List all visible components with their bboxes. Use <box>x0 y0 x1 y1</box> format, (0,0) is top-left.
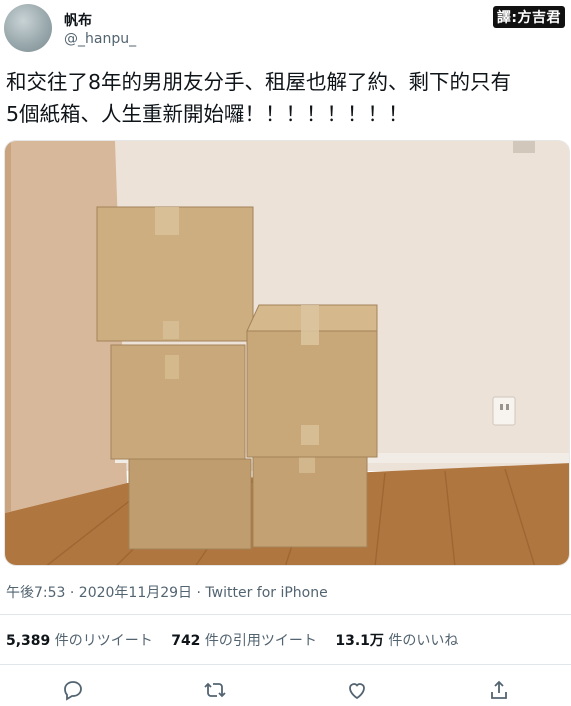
author-name[interactable]: 帆布 <box>64 10 92 30</box>
tweet-text: 和交往了8年的男朋友分手、租屋也解了約、剩下的只有 5個紙箱、人生重新開始囉！！… <box>6 66 566 130</box>
like-icon[interactable] <box>345 678 369 702</box>
retweet-label: 件のリツイート <box>54 633 153 649</box>
tweet-actions <box>0 672 571 706</box>
author-handle[interactable]: @_hanpu_ <box>64 31 136 47</box>
like-count: 13.1万 <box>335 633 384 649</box>
tweet-stats: 5,389 件のリツイート 742 件の引用ツイート 13.1万 件のいいね <box>6 630 472 650</box>
retweet-icon[interactable] <box>203 678 227 702</box>
reply-icon[interactable] <box>61 678 85 702</box>
share-icon[interactable] <box>487 678 511 702</box>
like-label: 件のいいね <box>388 633 459 649</box>
quote-stat[interactable]: 742 件の引用ツイート <box>171 630 317 650</box>
tweet-header: 帆布 @_hanpu_ 譯:方吉君 <box>0 0 571 62</box>
tweet-text-line: 5個紙箱、人生重新開始囉！！！！！！！！ <box>6 102 409 126</box>
cardboard-boxes-photo <box>5 141 569 565</box>
avatar[interactable] <box>4 4 52 52</box>
quote-label: 件の引用ツイート <box>204 633 317 649</box>
like-stat[interactable]: 13.1万 件のいいね <box>335 630 458 650</box>
translator-badge: 譯:方吉君 <box>492 6 565 28</box>
tweet-photo[interactable] <box>4 140 570 566</box>
tweet-text-line: 和交往了8年的男朋友分手、租屋也解了約、剩下的只有 <box>6 70 512 94</box>
retweet-count: 5,389 <box>6 633 51 649</box>
retweet-stat[interactable]: 5,389 件のリツイート <box>6 630 153 650</box>
divider <box>0 614 571 615</box>
divider <box>0 664 571 665</box>
tweet-timestamp[interactable]: 午後7:53 · 2020年11月29日 · Twitter for iPhon… <box>6 582 328 602</box>
quote-count: 742 <box>171 633 201 649</box>
